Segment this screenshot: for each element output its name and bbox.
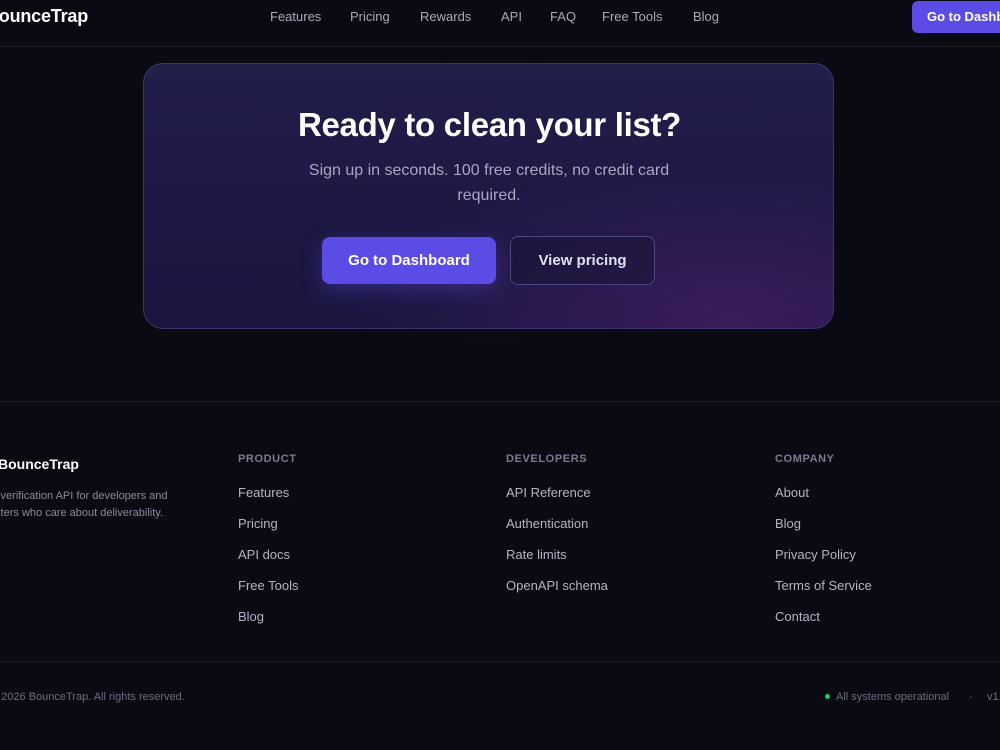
nav-free-tools[interactable]: Free Tools	[602, 9, 662, 24]
cta-card: Ready to clean your list? Sign up in sec…	[143, 63, 834, 329]
footer-link-blog[interactable]: Blog	[238, 609, 298, 640]
footer-column-product: PRODUCT Features Pricing API docs Free T…	[238, 452, 298, 640]
footer-heading-company: COMPANY	[775, 453, 835, 465]
footer-link-features[interactable]: Features	[238, 485, 298, 516]
view-pricing-button[interactable]: View pricing	[510, 236, 655, 285]
footer-link-pricing[interactable]: Pricing	[238, 516, 298, 547]
nav-faq[interactable]: FAQ	[550, 9, 576, 24]
nav-api[interactable]: API	[501, 9, 522, 24]
footer-link-api-docs[interactable]: API docs	[238, 547, 298, 578]
footer-link-authentication[interactable]: Authentication	[506, 516, 608, 547]
footer-heading-product: PRODUCT	[238, 453, 297, 465]
system-status[interactable]: All systems operational	[825, 691, 949, 703]
nav-blog[interactable]: Blog	[693, 9, 719, 24]
site-header: BounceTrap Features Pricing Rewards API …	[0, 0, 1000, 47]
footer-link-api-reference[interactable]: API Reference	[506, 485, 608, 516]
footer-brand[interactable]: BounceTrap	[0, 456, 79, 472]
footer-link-openapi-schema[interactable]: OpenAPI schema	[506, 578, 608, 609]
nav-pricing[interactable]: Pricing	[350, 9, 390, 24]
version-label: v1.0	[987, 691, 1000, 703]
cta-subtitle: Sign up in seconds. 100 free credits, no…	[308, 162, 670, 204]
footer-link-contact[interactable]: Contact	[775, 609, 872, 640]
bottom-divider	[0, 661, 1000, 662]
footer-divider	[0, 401, 1000, 402]
footer-link-free-tools[interactable]: Free Tools	[238, 578, 298, 609]
footer-heading-developers: DEVELOPERS	[506, 453, 588, 465]
nav-features[interactable]: Features	[270, 9, 321, 24]
nav-rewards[interactable]: Rewards	[420, 9, 471, 24]
status-label: All systems operational	[836, 691, 950, 703]
footer-column-developers: DEVELOPERS API Reference Authentication …	[506, 452, 608, 609]
footer-link-terms-of-service[interactable]: Terms of Service	[775, 578, 872, 609]
footer-separator: ·	[969, 691, 973, 703]
footer-link-about[interactable]: About	[775, 485, 872, 516]
footer-column-company: COMPANY About Blog Privacy Policy Terms …	[775, 452, 872, 640]
footer-link-rate-limits[interactable]: Rate limits	[506, 547, 608, 578]
status-dot-icon	[825, 694, 830, 699]
main-nav: Features Pricing Rewards API FAQ Free To…	[0, 9, 1000, 25]
footer-link-privacy-policy[interactable]: Privacy Policy	[775, 547, 872, 578]
copyright-text: © 2026 BounceTrap. All rights reserved.	[0, 691, 185, 703]
header-dashboard-button[interactable]: Go to Dashboard	[912, 1, 1000, 33]
go-to-dashboard-button[interactable]: Go to Dashboard	[322, 237, 496, 284]
footer-link-blog-company[interactable]: Blog	[775, 516, 872, 547]
footer-description: Email verification API for developers an…	[0, 490, 168, 519]
cta-title: Ready to clean your list?	[297, 106, 682, 143]
